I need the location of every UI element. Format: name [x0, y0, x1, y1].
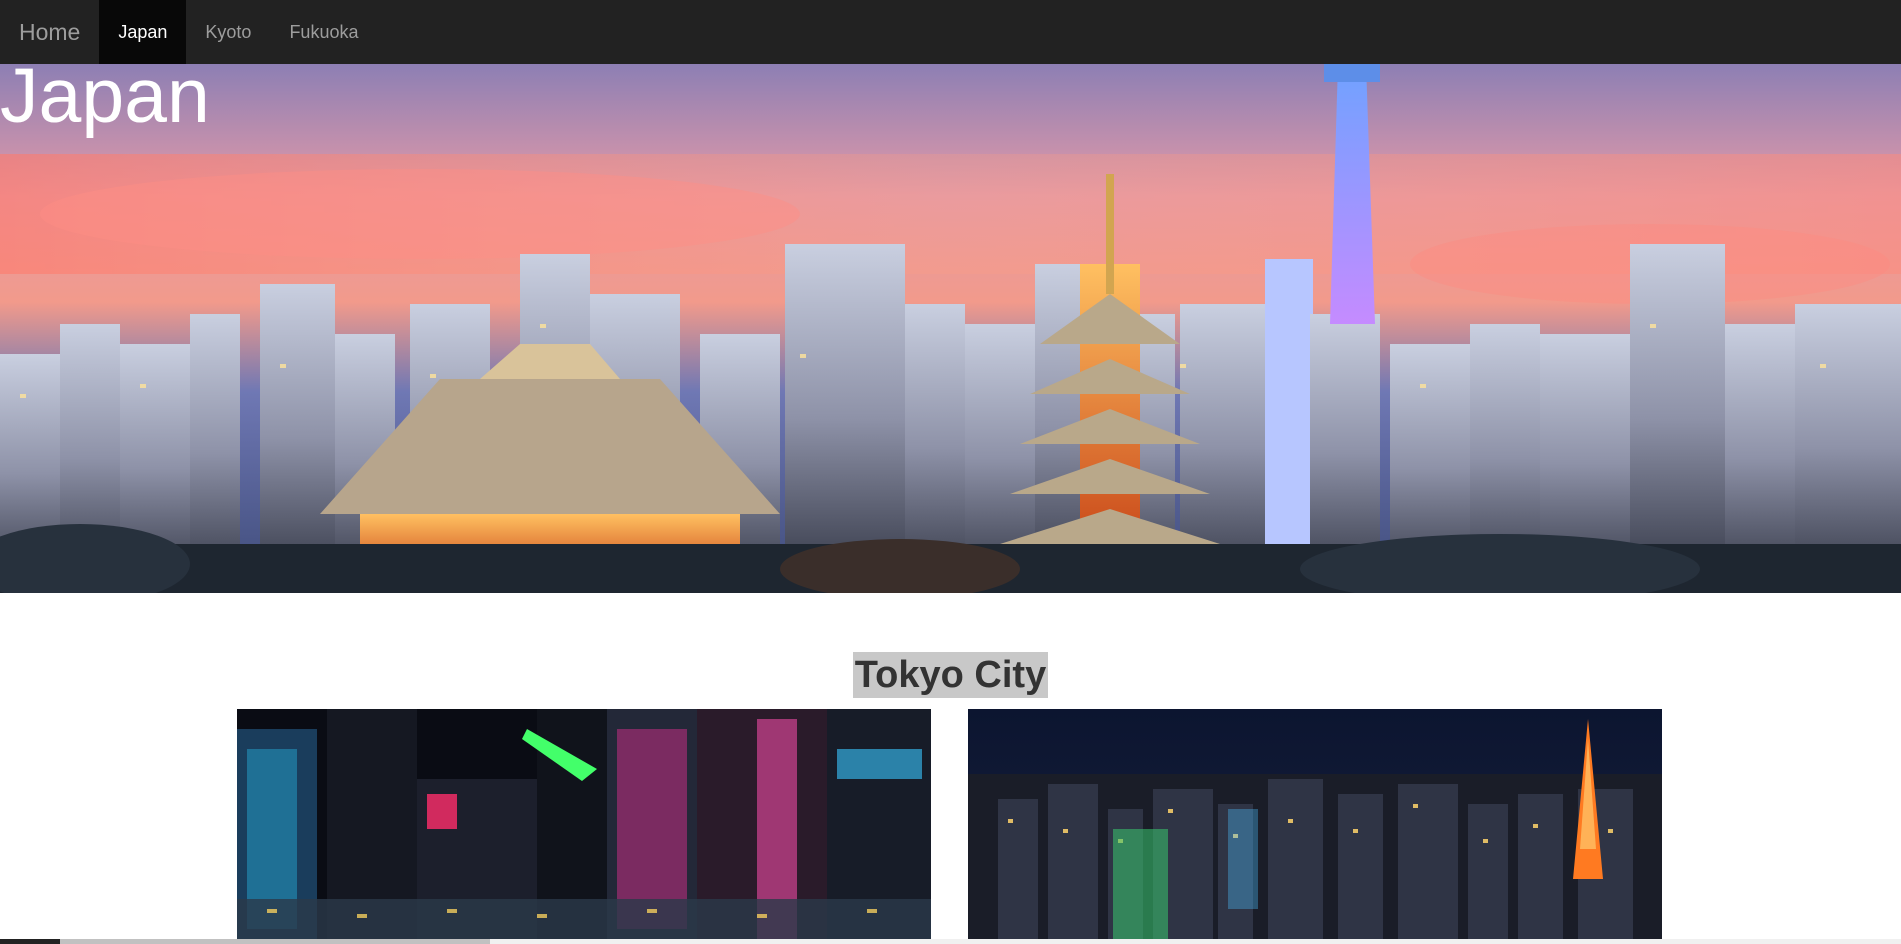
scrollbar-thumb[interactable] [60, 939, 490, 944]
nav-home-link[interactable]: Home [0, 0, 99, 64]
scrollbar-track-left [0, 939, 60, 944]
hero-title: Japan [0, 64, 210, 139]
top-navbar: Home Japan Kyoto Fukuoka [0, 0, 1901, 64]
hero-banner: Japan [0, 64, 1901, 593]
tokyo-photo-skyline [968, 709, 1662, 944]
tokyo-night-skyline-image [968, 709, 1662, 944]
nav-item-kyoto[interactable]: Kyoto [186, 0, 270, 64]
horizontal-scrollbar[interactable] [0, 939, 1901, 944]
nav-item-fukuoka[interactable]: Fukuoka [270, 0, 377, 64]
tokyo-photo-street [237, 709, 931, 944]
nav-item-japan[interactable]: Japan [99, 0, 187, 64]
tokyo-night-street-image [237, 709, 931, 944]
section-heading-text: Tokyo City [852, 652, 1049, 698]
section-heading: Tokyo City [0, 652, 1901, 698]
hero-skyline-image [0, 64, 1901, 593]
